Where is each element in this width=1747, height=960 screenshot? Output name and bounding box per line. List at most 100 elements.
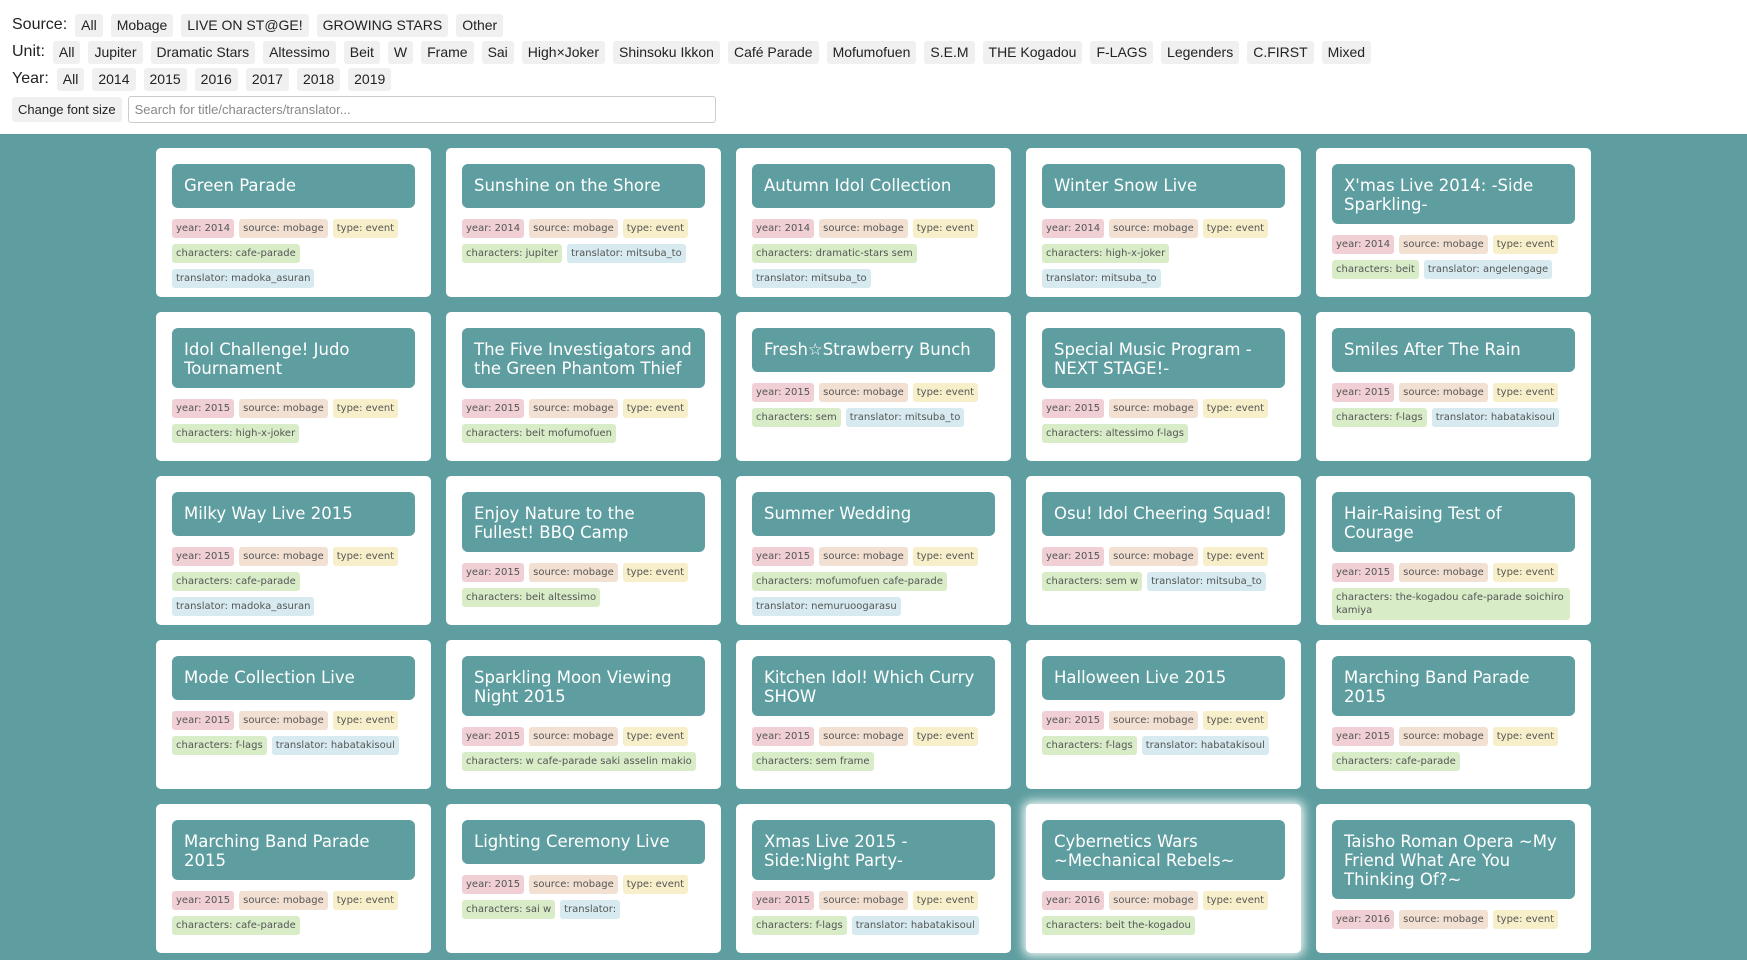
translator-tag[interactable]: translator: angelengage	[1423, 260, 1553, 279]
source-tag[interactable]: source: mobage	[239, 711, 328, 730]
translator-tag[interactable]: translator: nemuruoogarasu	[752, 597, 901, 616]
unit-filter-option[interactable]: Dramatic Stars	[150, 40, 256, 64]
year-tag[interactable]: year: 2014	[172, 219, 235, 238]
year-tag[interactable]: year: 2015	[1332, 727, 1395, 746]
type-tag[interactable]: type: event	[912, 383, 979, 402]
story-card-title[interactable]: Osu! Idol Cheering Squad!	[1042, 492, 1285, 536]
story-card-title[interactable]: Milky Way Live 2015	[172, 492, 415, 536]
unit-filter-option[interactable]: High×Joker	[521, 40, 605, 64]
unit-filter-option[interactable]: Café Parade	[727, 40, 819, 64]
source-tag[interactable]: source: mobage	[819, 547, 908, 566]
year-tag[interactable]: year: 2015	[752, 383, 815, 402]
year-tag[interactable]: year: 2015	[752, 727, 815, 746]
story-card-title[interactable]: Hair-Raising Test of Courage	[1332, 492, 1575, 552]
type-tag[interactable]: type: event	[622, 399, 689, 418]
translator-tag[interactable]: translator: habatakisoul	[271, 736, 399, 755]
source-tag[interactable]: source: mobage	[529, 875, 618, 894]
type-tag[interactable]: type: event	[1202, 711, 1269, 730]
story-card[interactable]: Smiles After The Rain year: 2015 source: m…	[1316, 312, 1591, 461]
characters-tag[interactable]: characters: dramatic-stars sem	[752, 244, 917, 263]
type-tag[interactable]: type: event	[332, 219, 399, 238]
source-tag[interactable]: source: mobage	[1109, 399, 1198, 418]
story-card[interactable]: Idol Challenge! Judo Tournament year: 201…	[156, 312, 431, 461]
story-card-title[interactable]: Fresh☆Strawberry Bunch	[752, 328, 995, 372]
year-tag[interactable]: year: 2014	[752, 219, 815, 238]
story-card-title[interactable]: The Five Investigators and the Green Pha…	[462, 328, 705, 388]
source-tag[interactable]: source: mobage	[529, 727, 618, 746]
characters-tag[interactable]: characters: altessimo f-lags	[1042, 424, 1188, 443]
story-card-title[interactable]: Halloween Live 2015	[1042, 656, 1285, 700]
type-tag[interactable]: type: event	[332, 547, 399, 566]
year-tag[interactable]: year: 2015	[1042, 711, 1105, 730]
year-tag[interactable]: year: 2014	[1332, 235, 1395, 254]
search-input[interactable]	[127, 96, 716, 123]
story-card-title[interactable]: X'mas Live 2014: -Side Sparkling-	[1332, 164, 1575, 224]
source-tag[interactable]: source: mobage	[239, 891, 328, 910]
year-tag[interactable]: year: 2016	[1042, 891, 1105, 910]
story-card-title[interactable]: Lighting Ceremony Live	[462, 820, 705, 864]
translator-tag[interactable]: translator: habatakisoul	[851, 916, 979, 935]
story-card-title[interactable]: Enjoy Nature to the Fullest! BBQ Camp	[462, 492, 705, 552]
story-card-title[interactable]: Autumn Idol Collection	[752, 164, 995, 208]
story-card[interactable]: Special Music Program -NEXT STAGE!- year:…	[1026, 312, 1301, 461]
story-card[interactable]: Sparkling Moon Viewing Night 2015 year: 2…	[446, 640, 721, 789]
year-tag[interactable]: year: 2015	[1332, 383, 1395, 402]
unit-filter-option[interactable]: C.FIRST	[1247, 40, 1314, 64]
source-tag[interactable]: source: mobage	[1109, 711, 1198, 730]
source-tag[interactable]: source: mobage	[1399, 235, 1488, 254]
characters-tag[interactable]: characters: f-lags	[1332, 408, 1427, 427]
source-filter-option[interactable]: All	[75, 13, 103, 37]
story-card-title[interactable]: Kitchen Idol! Which Curry SHOW	[752, 656, 995, 716]
type-tag[interactable]: type: event	[622, 219, 689, 238]
translator-tag[interactable]: translator: mitsuba_to	[845, 408, 965, 427]
year-tag[interactable]: year: 2015	[752, 547, 815, 566]
story-card[interactable]: Marching Band Parade 2015 year: 2015 sourc…	[156, 804, 431, 953]
type-tag[interactable]: type: event	[332, 891, 399, 910]
story-card[interactable]: Cybernetics Wars ~Mechanical Rebels~ year…	[1026, 804, 1301, 953]
characters-tag[interactable]: characters: sem frame	[752, 752, 874, 771]
translator-tag[interactable]: translator: mitsuba_to	[1042, 269, 1161, 288]
characters-tag[interactable]: characters: sem w	[1042, 572, 1143, 591]
story-card[interactable]: Kitchen Idol! Which Curry SHOW year: 2015…	[736, 640, 1011, 789]
story-card[interactable]: Sunshine on the Shore year: 2014 source: m…	[446, 148, 721, 297]
characters-tag[interactable]: characters: sai w	[462, 900, 556, 919]
type-tag[interactable]: type: event	[332, 711, 399, 730]
story-card-title[interactable]: Xmas Live 2015 -Side:Night Party-	[752, 820, 995, 880]
story-card-title[interactable]: Special Music Program -NEXT STAGE!-	[1042, 328, 1285, 388]
source-tag[interactable]: source: mobage	[1399, 383, 1488, 402]
source-tag[interactable]: source: mobage	[1109, 219, 1198, 238]
source-filter-option[interactable]: Mobage	[110, 13, 174, 37]
unit-filter-option[interactable]: Legenders	[1161, 40, 1240, 64]
year-tag[interactable]: year: 2015	[752, 891, 815, 910]
year-tag[interactable]: year: 2014	[1042, 219, 1105, 238]
story-card-title[interactable]: Idol Challenge! Judo Tournament	[172, 328, 415, 388]
source-tag[interactable]: source: mobage	[239, 219, 328, 238]
year-tag[interactable]: year: 2015	[172, 399, 235, 418]
unit-filter-option[interactable]: THE Kogadou	[982, 40, 1083, 64]
source-tag[interactable]: source: mobage	[529, 399, 618, 418]
characters-tag[interactable]: characters: cafe-parade	[172, 572, 300, 591]
year-tag[interactable]: year: 2015	[462, 875, 525, 894]
type-tag[interactable]: type: event	[1492, 383, 1559, 402]
characters-tag[interactable]: characters: f-lags	[752, 916, 847, 935]
story-card[interactable]: Fresh☆Strawberry Bunch year: 2015 source: …	[736, 312, 1011, 461]
characters-tag[interactable]: characters: mofumofuen cafe-parade	[752, 572, 947, 591]
story-card[interactable]: Hair-Raising Test of Courage year: 2015 so…	[1316, 476, 1591, 625]
source-tag[interactable]: source: mobage	[1399, 563, 1488, 582]
type-tag[interactable]: type: event	[912, 891, 979, 910]
translator-tag[interactable]: translator: habatakisoul	[1141, 736, 1269, 755]
year-tag[interactable]: year: 2015	[1042, 547, 1105, 566]
characters-tag[interactable]: characters: f-lags	[172, 736, 267, 755]
year-tag[interactable]: year: 2015	[462, 399, 525, 418]
year-tag[interactable]: year: 2016	[1332, 910, 1395, 929]
story-card-title[interactable]: Mode Collection Live	[172, 656, 415, 700]
characters-tag[interactable]: characters: high-x-joker	[1042, 244, 1170, 263]
unit-filter-option[interactable]: All	[52, 40, 81, 64]
translator-tag[interactable]: translator: mitsuba_to	[1147, 572, 1266, 591]
year-tag[interactable]: year: 2015	[462, 727, 525, 746]
year-tag[interactable]: year: 2015	[1042, 399, 1105, 418]
story-card[interactable]: Osu! Idol Cheering Squad! year: 2015 sourc…	[1026, 476, 1301, 625]
year-filter-option[interactable]: 2015	[143, 67, 187, 91]
story-card-title[interactable]: Cybernetics Wars ~Mechanical Rebels~	[1042, 820, 1285, 880]
characters-tag[interactable]: characters: high-x-joker	[172, 424, 300, 443]
